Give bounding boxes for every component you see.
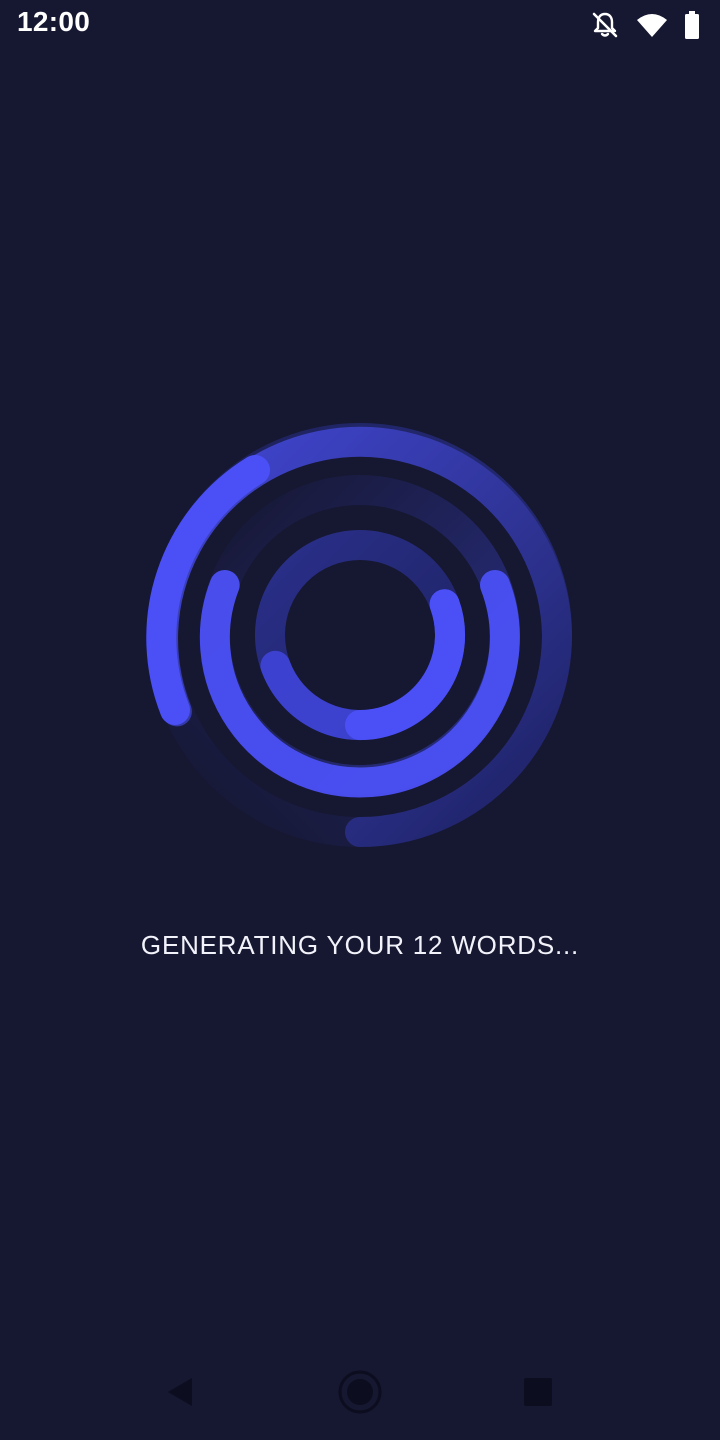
- navigation-bar: [0, 1340, 720, 1440]
- home-button[interactable]: [336, 1370, 384, 1418]
- status-time: 12:00: [17, 6, 91, 37]
- back-button[interactable]: [156, 1370, 204, 1418]
- recents-icon: [521, 1375, 555, 1414]
- recents-button[interactable]: [514, 1370, 562, 1418]
- status-bar: 12:00: [0, 0, 720, 50]
- battery-icon: [684, 11, 700, 39]
- loading-message: GENERATING YOUR 12 WORDS...: [140, 930, 580, 960]
- loading-spinner: [135, 410, 585, 860]
- home-icon: [336, 1368, 384, 1421]
- bell-off-icon: [590, 10, 620, 40]
- wifi-icon: [636, 12, 668, 38]
- back-icon: [162, 1374, 198, 1415]
- inner-ring-head: [345, 589, 466, 740]
- status-icons: [590, 9, 700, 41]
